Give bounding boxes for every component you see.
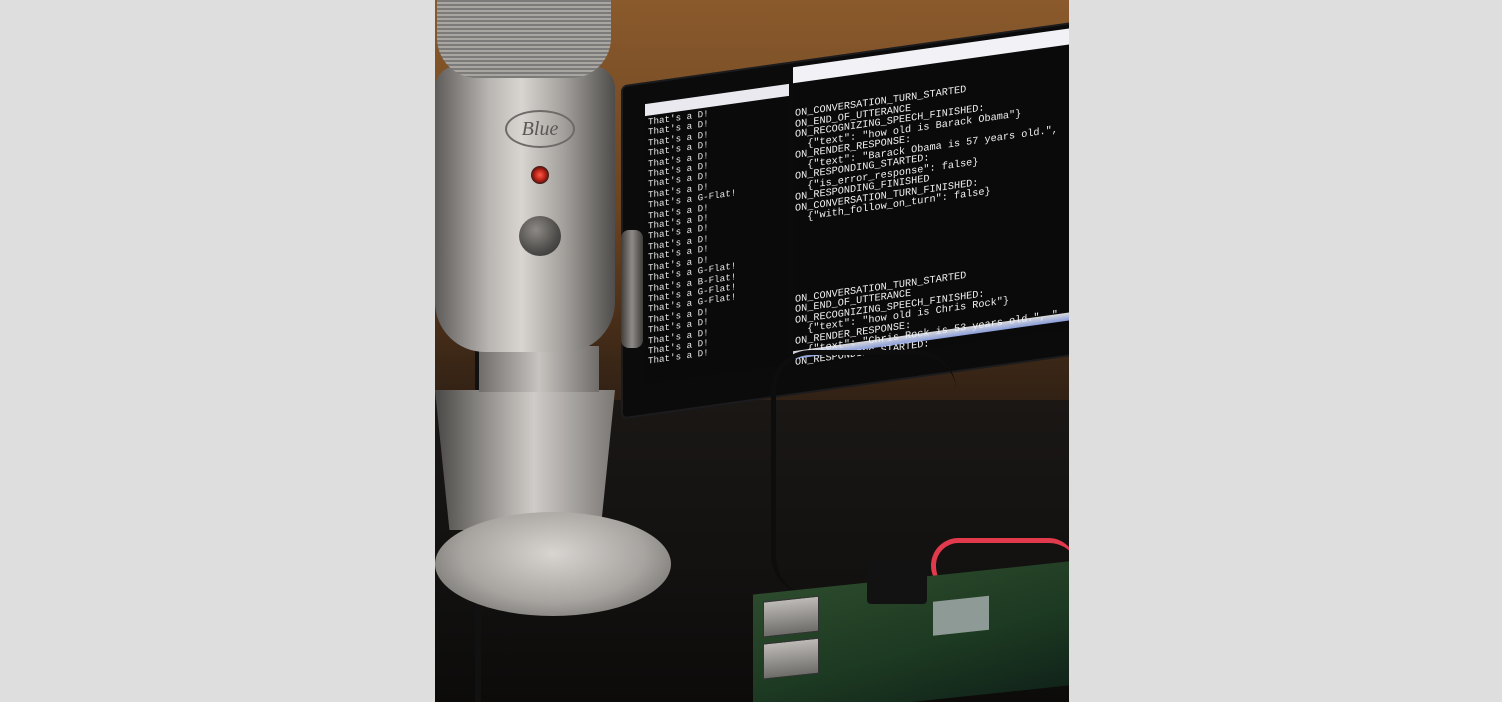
microphone-logo: Blue (505, 110, 575, 148)
usb-port (763, 595, 819, 638)
microphone-yoke (621, 230, 643, 348)
microphone-grille (437, 0, 611, 78)
usb-port (763, 637, 819, 680)
microphone-base (435, 512, 671, 616)
hdmi-plug (867, 560, 927, 604)
black-cable (771, 350, 956, 595)
led-indicator-icon (531, 166, 549, 184)
conversation-log-1: ON_CONVERSATION_TURN_STARTED ON_END_OF_UT… (795, 70, 1069, 225)
microphone-body (435, 66, 615, 352)
soc-chip (933, 595, 989, 636)
usb-microphone: Blue (435, 0, 675, 702)
microphone-neck (479, 346, 599, 392)
right-terminal-window: ON_CONVERSATION_TURN_STARTED ON_END_OF_UT… (793, 27, 1069, 368)
microphone-stand (435, 390, 615, 530)
photo: That's a D! That's a D! That's a D! That's … (435, 0, 1069, 702)
volume-knob (519, 216, 561, 256)
